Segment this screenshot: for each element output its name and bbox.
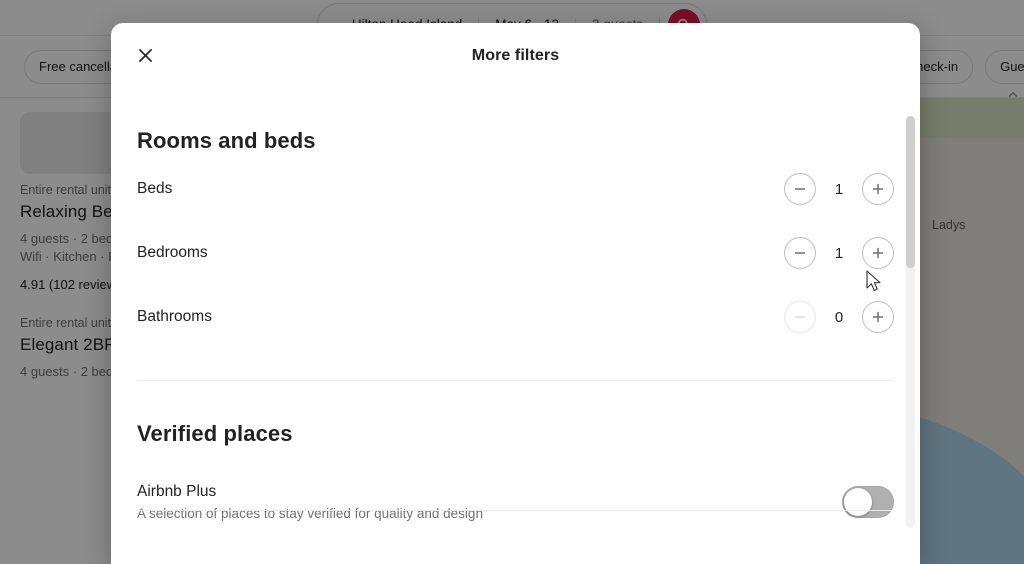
- quantity-stepper: 1: [784, 237, 894, 269]
- toggle-title: Airbnb Plus: [137, 483, 217, 500]
- stepper-row-beds: Beds 1: [137, 160, 894, 218]
- bottom-divider: [137, 510, 894, 511]
- stepper-label: Bathrooms: [137, 308, 212, 325]
- stepper-row-bedrooms: Bedrooms 1: [137, 224, 894, 282]
- section-rooms-and-beds: Rooms and beds Beds 1 Bedrooms 1 Bathroo…: [137, 88, 894, 346]
- more-filters-modal: More filters Rooms and beds Beds 1 Bedro…: [111, 23, 920, 564]
- section-heading: Verified places: [137, 421, 293, 446]
- quantity-stepper: 0: [784, 301, 894, 333]
- toggle-knob: [844, 488, 872, 516]
- minus-icon[interactable]: [784, 237, 816, 269]
- stepper-label: Bedrooms: [137, 244, 208, 261]
- modal-body: Rooms and beds Beds 1 Bedrooms 1 Bathroo…: [111, 88, 920, 564]
- stepper-value: 1: [834, 244, 844, 262]
- plus-icon[interactable]: [862, 173, 894, 205]
- plus-icon[interactable]: [862, 301, 894, 333]
- toggle-subtitle: A selection of places to stay verified f…: [137, 506, 483, 521]
- screen: Hilton Head Island May 6 - 13 2 guests F…: [0, 0, 1024, 564]
- toggle-row-airbnb-plus: Airbnb Plus A selection of places to sta…: [137, 483, 894, 525]
- quantity-stepper: 1: [784, 173, 894, 205]
- airbnb-plus-toggle[interactable]: [842, 486, 894, 518]
- minus-icon: [784, 301, 816, 333]
- section-heading: Rooms and beds: [137, 128, 316, 153]
- stepper-value: 1: [834, 180, 844, 198]
- page-title: More filters: [471, 46, 560, 64]
- stepper-row-bathrooms: Bathrooms 0: [137, 288, 894, 346]
- stepper-label: Beds: [137, 180, 173, 197]
- stepper-value: 0: [834, 308, 844, 326]
- close-icon[interactable]: [129, 40, 161, 72]
- minus-icon[interactable]: [784, 173, 816, 205]
- plus-icon[interactable]: [862, 237, 894, 269]
- scrollbar-thumb[interactable]: [906, 116, 915, 268]
- modal-header: More filters: [111, 23, 920, 88]
- toggle-texts: Airbnb Plus A selection of places to sta…: [137, 483, 483, 521]
- scrollbar[interactable]: [906, 116, 915, 528]
- section-verified-places: Verified places Airbnb Plus A selection …: [137, 381, 894, 525]
